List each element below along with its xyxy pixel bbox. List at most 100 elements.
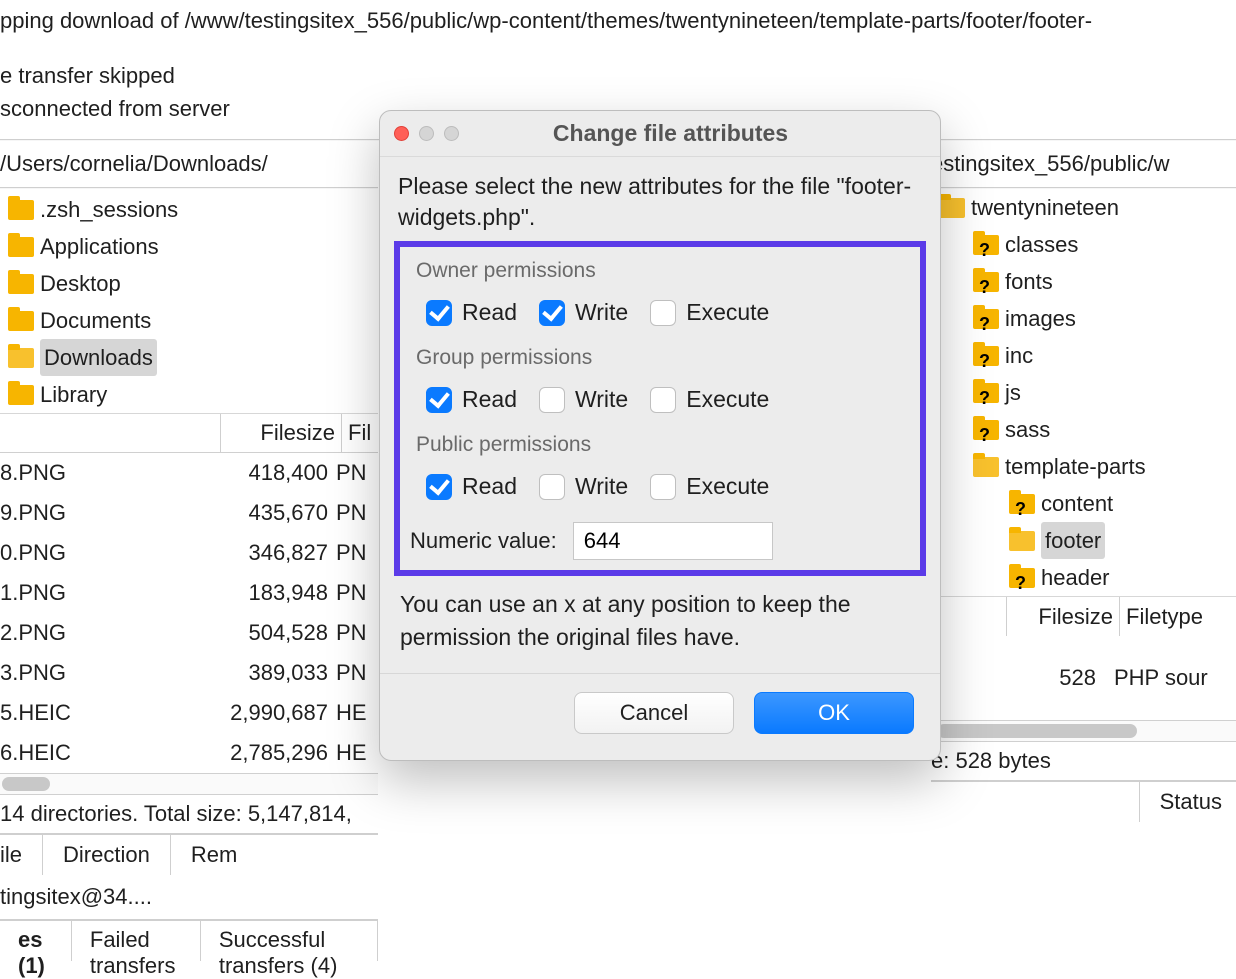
ok-button[interactable]: OK	[754, 692, 914, 734]
local-folder-tree[interactable]: .zsh_sessionsApplicationsDesktopDocument…	[0, 189, 378, 413]
folder-label: classes	[1005, 226, 1078, 263]
local-table-header: Filesize Fil	[0, 413, 378, 453]
public-execute-check[interactable]: Execute	[650, 473, 769, 500]
table-row[interactable]: 9.PNG435,670PN	[0, 493, 378, 533]
tree-item[interactable]: inc	[931, 337, 1236, 374]
checkbox-icon	[426, 474, 452, 500]
folder-label: Desktop	[40, 265, 121, 302]
group-read-check[interactable]: Read	[426, 386, 517, 413]
tree-item[interactable]: content	[967, 485, 1236, 522]
folder-label: header	[1041, 559, 1110, 596]
folder-label: fonts	[1005, 263, 1053, 300]
owner-execute-check[interactable]: Execute	[650, 299, 769, 326]
dialog-buttons: Cancel OK	[380, 673, 940, 760]
folder-label: content	[1041, 485, 1113, 522]
tree-item[interactable]: footer	[967, 522, 1236, 559]
file-type: PN	[328, 573, 376, 613]
tab-failed[interactable]: Failed transfers	[72, 921, 201, 961]
group-label: Owner permissions	[416, 259, 904, 299]
tree-item[interactable]: header	[967, 559, 1236, 596]
remote-file-row[interactable]: 528 PHP sour	[931, 656, 1236, 700]
col-filetype[interactable]: Fil	[348, 420, 378, 446]
tab-queued[interactable]: es (1)	[0, 921, 72, 961]
public-read-check[interactable]: Read	[426, 473, 517, 500]
tree-item[interactable]: js	[931, 374, 1236, 411]
table-row[interactable]: 2.PNG504,528PN	[0, 613, 378, 653]
group-label: Public permissions	[416, 433, 904, 473]
tree-item[interactable]: classes	[931, 226, 1236, 263]
file-type: PN	[328, 533, 376, 573]
tree-item[interactable]: images	[931, 300, 1236, 337]
remote-path[interactable]: estingsitex_556/public/w	[931, 141, 1236, 187]
folder-label: js	[1005, 374, 1021, 411]
folder-icon	[8, 311, 34, 331]
queue-row[interactable]: tingsitex@34....	[0, 875, 378, 919]
queue-col-direction[interactable]: Direction	[49, 842, 164, 868]
file-size: 2,990,687	[178, 693, 328, 733]
tree-item[interactable]: sass	[931, 411, 1236, 448]
folder-unknown-icon	[973, 383, 999, 403]
checkbox-icon	[539, 300, 565, 326]
checkbox-icon	[426, 387, 452, 413]
folder-label: Documents	[40, 302, 151, 339]
sidebar-item[interactable]: Downloads	[0, 339, 378, 376]
table-row[interactable]: 1.PNG183,948PN	[0, 573, 378, 613]
folder-unknown-icon	[973, 346, 999, 366]
file-name: 9.PNG	[0, 493, 178, 533]
dialog-hint: You can use an x at any position to keep…	[394, 576, 926, 655]
folder-label: footer	[1041, 522, 1105, 559]
group-execute-check[interactable]: Execute	[650, 386, 769, 413]
file-size: 418,400	[178, 453, 328, 493]
queue-col-file[interactable]: ile	[0, 842, 36, 868]
tree-item[interactable]: template-parts	[1005, 448, 1146, 485]
sidebar-item[interactable]: .zsh_sessions	[0, 191, 378, 228]
local-hscroll[interactable]	[0, 773, 378, 795]
checkbox-icon	[539, 474, 565, 500]
local-file-list[interactable]: 8.PNG418,400PN9.PNG435,670PN0.PNG346,827…	[0, 453, 378, 773]
group-write-check[interactable]: Write	[539, 386, 628, 413]
table-row[interactable]: 6.HEIC2,785,296HE	[0, 733, 378, 773]
queue-header-right: Status	[931, 780, 1236, 822]
folder-icon	[1009, 531, 1035, 551]
dialog-titlebar[interactable]: Change file attributes	[380, 111, 940, 157]
folder-label: Downloads	[40, 339, 157, 376]
sidebar-item[interactable]: Applications	[0, 228, 378, 265]
file-name: 5.HEIC	[0, 693, 178, 733]
sidebar-item[interactable]: Library	[0, 376, 378, 413]
folder-icon	[8, 237, 34, 257]
col-filesize[interactable]: Filesize	[1013, 604, 1113, 630]
group-label: Group permissions	[416, 346, 904, 386]
local-path[interactable]: /Users/cornelia/Downloads/	[0, 151, 268, 177]
folder-label: .zsh_sessions	[40, 191, 178, 228]
numeric-value-input[interactable]	[573, 522, 773, 560]
file-size: 2,785,296	[178, 733, 328, 773]
window-close-icon[interactable]	[394, 126, 409, 141]
permissions-highlight: Owner permissions Read Write Execute Gro…	[394, 241, 926, 576]
tree-root[interactable]: twentynineteen	[971, 189, 1119, 226]
sidebar-item[interactable]: Documents	[0, 302, 378, 339]
table-row[interactable]: 0.PNG346,827PN	[0, 533, 378, 573]
file-name: 3.PNG	[0, 653, 178, 693]
remote-hscroll[interactable]	[931, 720, 1236, 742]
dialog-title: Change file attributes	[415, 120, 926, 147]
remote-folder-tree[interactable]: twentynineteen classesfontsimagesincjssa…	[931, 189, 1236, 596]
queue-col-remote[interactable]: Rem	[177, 842, 251, 868]
checkbox-icon	[650, 387, 676, 413]
col-filetype[interactable]: Filetype	[1126, 604, 1236, 630]
sidebar-item[interactable]: Desktop	[0, 265, 378, 302]
queue-col-status[interactable]: Status	[1146, 789, 1236, 815]
table-row[interactable]: 5.HEIC2,990,687HE	[0, 693, 378, 733]
public-write-check[interactable]: Write	[539, 473, 628, 500]
owner-write-check[interactable]: Write	[539, 299, 628, 326]
tree-item[interactable]: fonts	[931, 263, 1236, 300]
table-row[interactable]: 3.PNG389,033PN	[0, 653, 378, 693]
table-row[interactable]: 8.PNG418,400PN	[0, 453, 378, 493]
file-size: 435,670	[178, 493, 328, 533]
col-filesize[interactable]: Filesize	[227, 420, 335, 446]
checkbox-icon	[426, 300, 452, 326]
folder-icon	[973, 457, 999, 477]
cancel-button[interactable]: Cancel	[574, 692, 734, 734]
owner-read-check[interactable]: Read	[426, 299, 517, 326]
tab-successful[interactable]: Successful transfers (4)	[201, 921, 378, 961]
folder-label: Applications	[40, 228, 159, 265]
